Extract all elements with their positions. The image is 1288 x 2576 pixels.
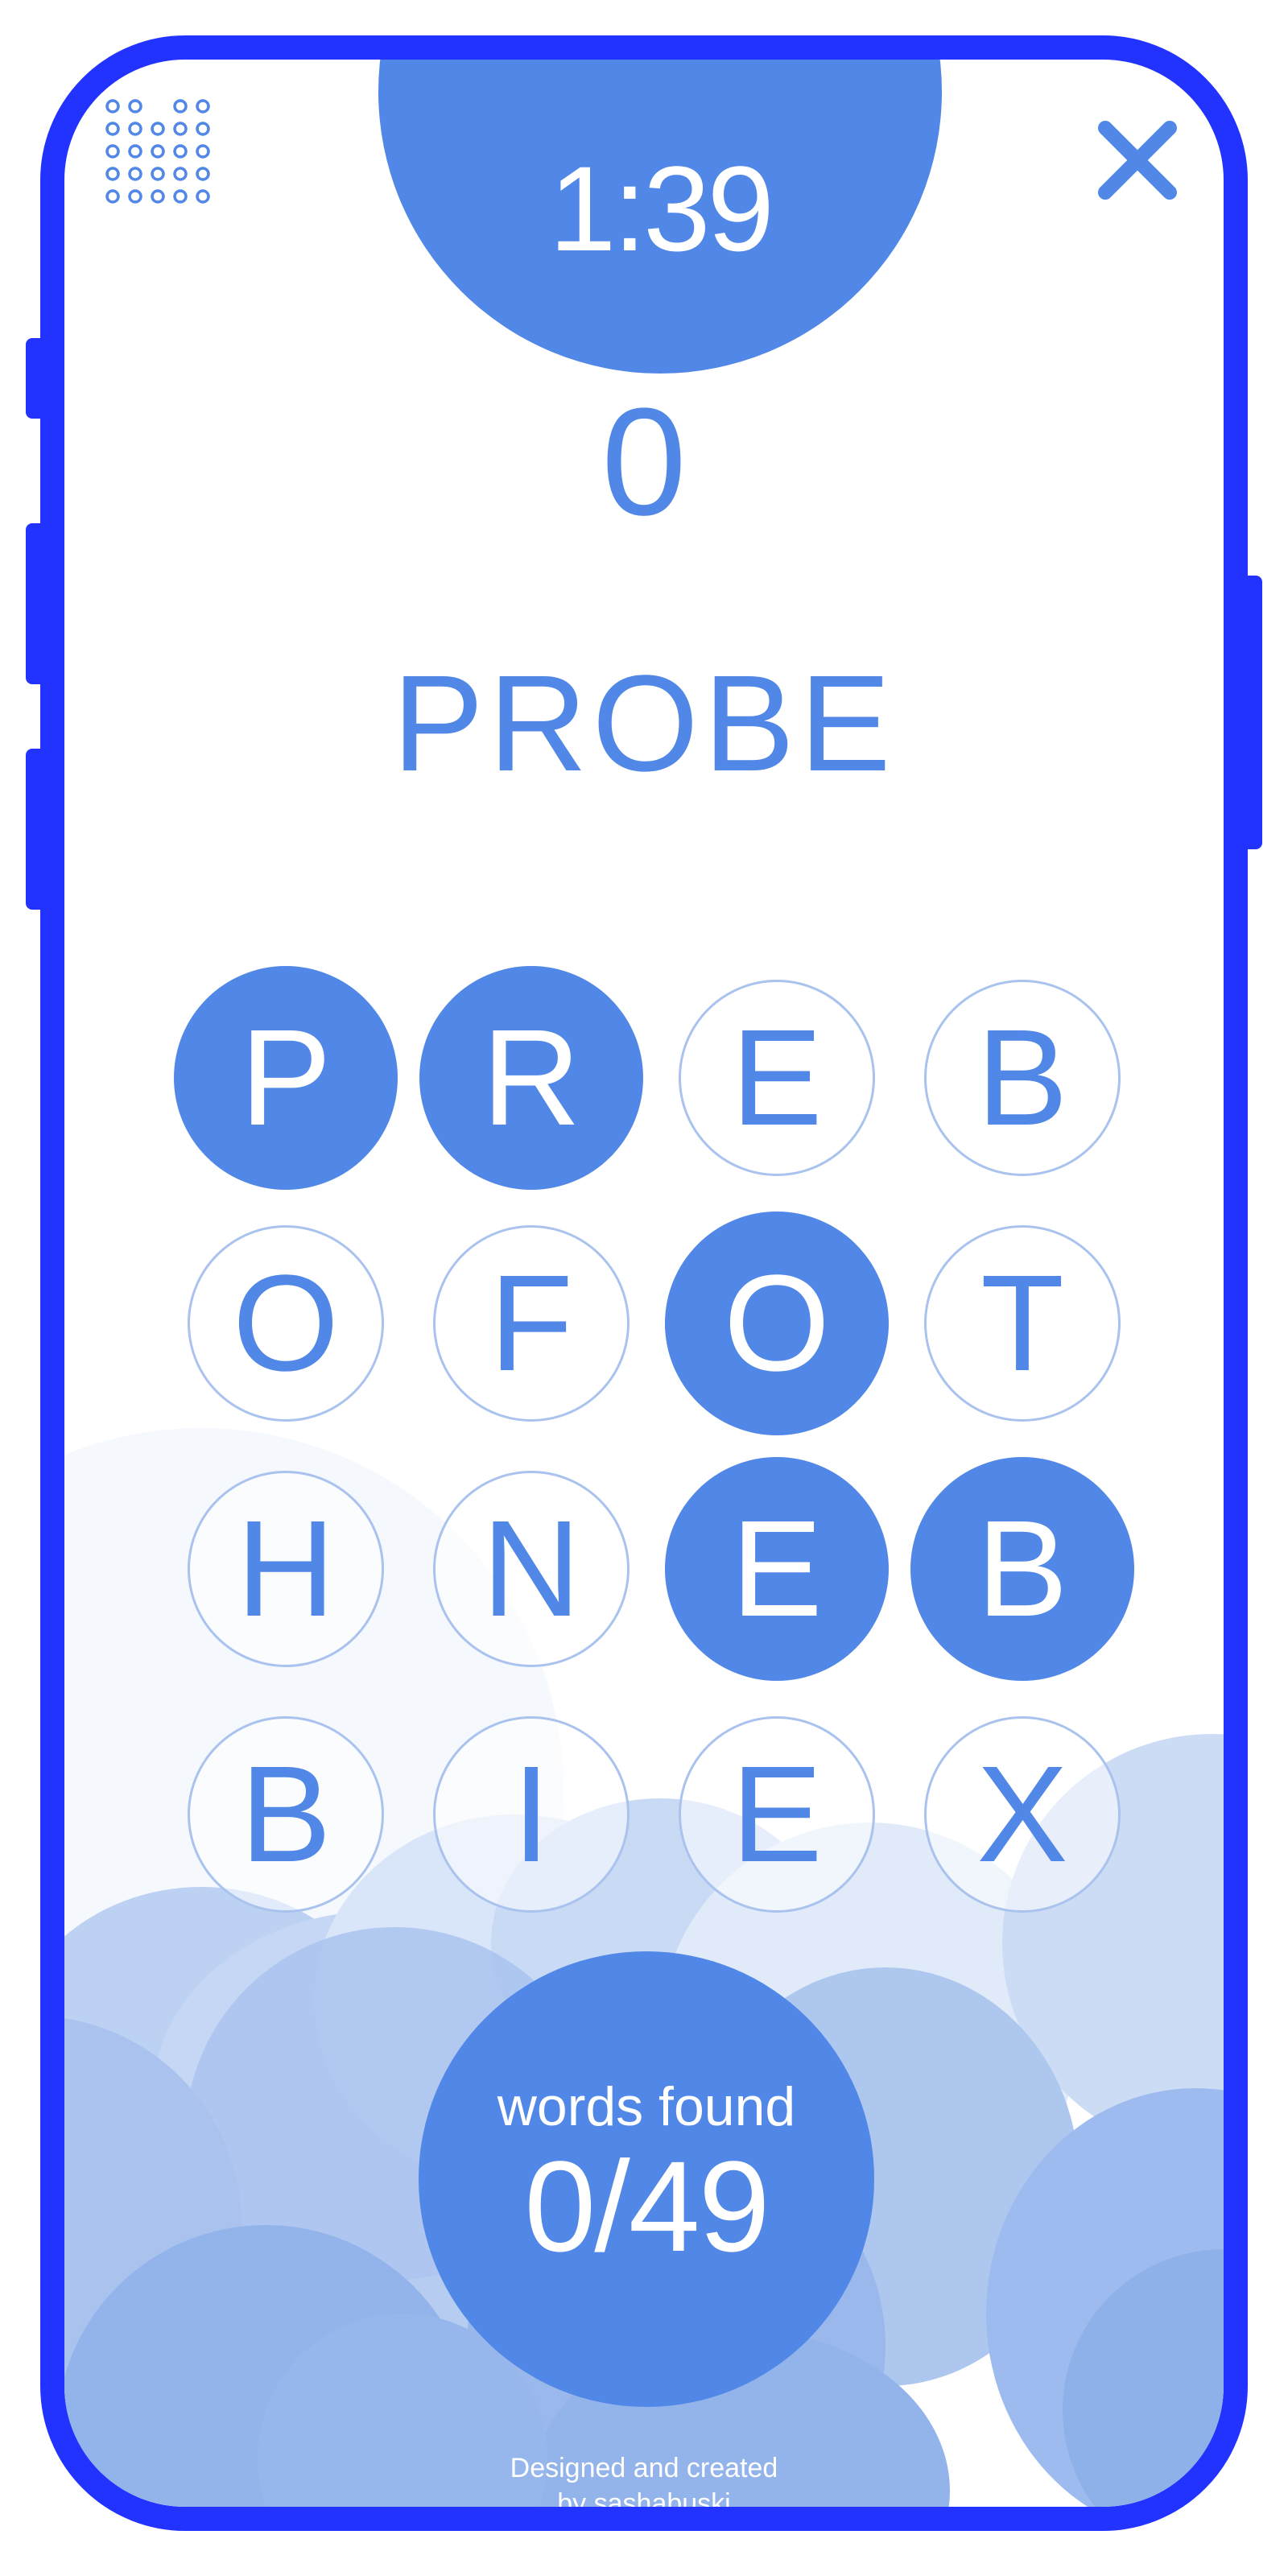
letter-tile[interactable]: B [188,1716,384,1913]
letter-tile[interactable]: P [174,966,398,1190]
credits-line-2: by sashabuski [557,2488,731,2519]
letter-tile[interactable]: E [665,1457,889,1681]
letter-tile[interactable]: X [924,1716,1121,1913]
words-found-label: words found [497,2076,796,2137]
letter-tile[interactable]: F [433,1225,630,1422]
words-found-count: 0/49 [524,2134,770,2278]
letter-tile[interactable]: H [188,1471,384,1667]
letter-tile[interactable]: O [188,1225,384,1422]
credits: Designed and created by sashabuski [64,2450,1224,2519]
credits-line-1: Designed and created [510,2453,778,2483]
letter-tile[interactable]: E [679,1716,875,1913]
letter-tile[interactable]: E [679,980,875,1176]
words-found-panel: words found 0/49 [419,1951,874,2407]
phone-frame: 1:39 0 PROBE P R E B O F O T H N E B B I… [40,35,1248,2531]
letter-tile[interactable]: R [419,966,643,1190]
letter-tile[interactable]: I [433,1716,630,1913]
letter-tile[interactable]: B [910,1457,1134,1681]
letter-tile[interactable]: B [924,980,1121,1176]
letter-tile[interactable]: O [665,1212,889,1435]
letter-tile[interactable]: N [433,1471,630,1667]
letter-tile[interactable]: T [924,1225,1121,1422]
